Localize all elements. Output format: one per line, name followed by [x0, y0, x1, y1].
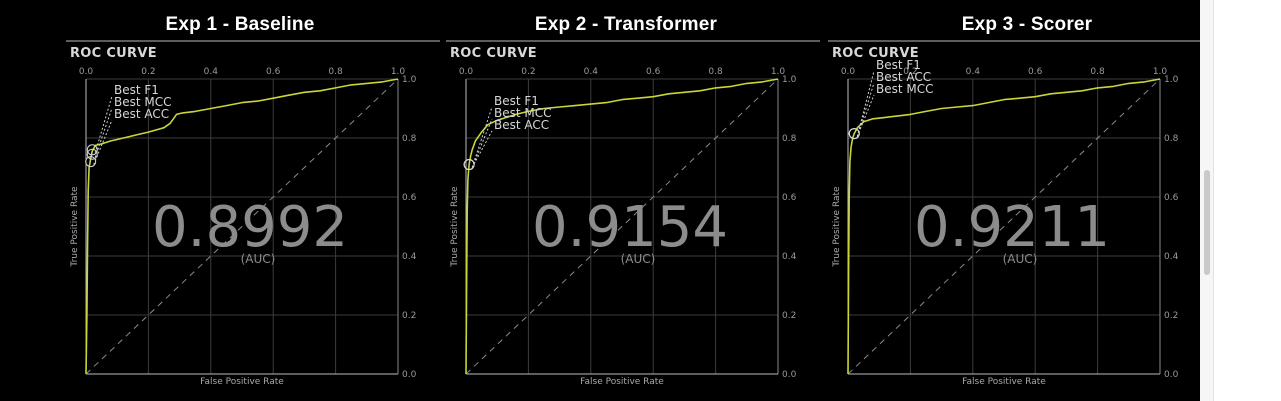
x-tick-label: 0.4: [966, 67, 981, 77]
y-tick-label: 1.0: [1164, 75, 1179, 85]
y-tick-label: 0.2: [1164, 311, 1178, 321]
roc-chart-exp-3: 0.0 0.2 0.4 0.6 0.8 1.00.00.20.40.60.81.0Fals…: [832, 58, 1179, 387]
y-tick-label: 0.0: [1164, 370, 1179, 380]
y-tick-label: 0.4: [1164, 252, 1179, 262]
scrollbar-thumb[interactable]: [1204, 170, 1210, 275]
x-tick-label: 0.0: [841, 67, 856, 77]
marker-leader-line: [856, 82, 875, 137]
dashboard-main: Exp 1 - Baseline ROC CURVE 0.0 0.2 0.4 0.6 0…: [0, 0, 1200, 401]
x-tick-label: 0.6: [1028, 67, 1043, 77]
x-tick-label: 0.8: [1090, 67, 1105, 77]
auc-label: (AUC): [1003, 252, 1038, 266]
x-axis-label: False Positive Rate: [962, 377, 1046, 387]
auc-value: 0.9211: [914, 195, 1110, 260]
y-axis-label: True Positive Rate: [832, 186, 842, 268]
y-tick-label: 0.8: [1164, 134, 1179, 144]
marker-label: Best MCC: [876, 82, 934, 96]
marker-leader-line: [856, 70, 875, 137]
y-tick-label: 0.6: [1164, 193, 1179, 203]
marker-leader-line: [856, 94, 875, 137]
